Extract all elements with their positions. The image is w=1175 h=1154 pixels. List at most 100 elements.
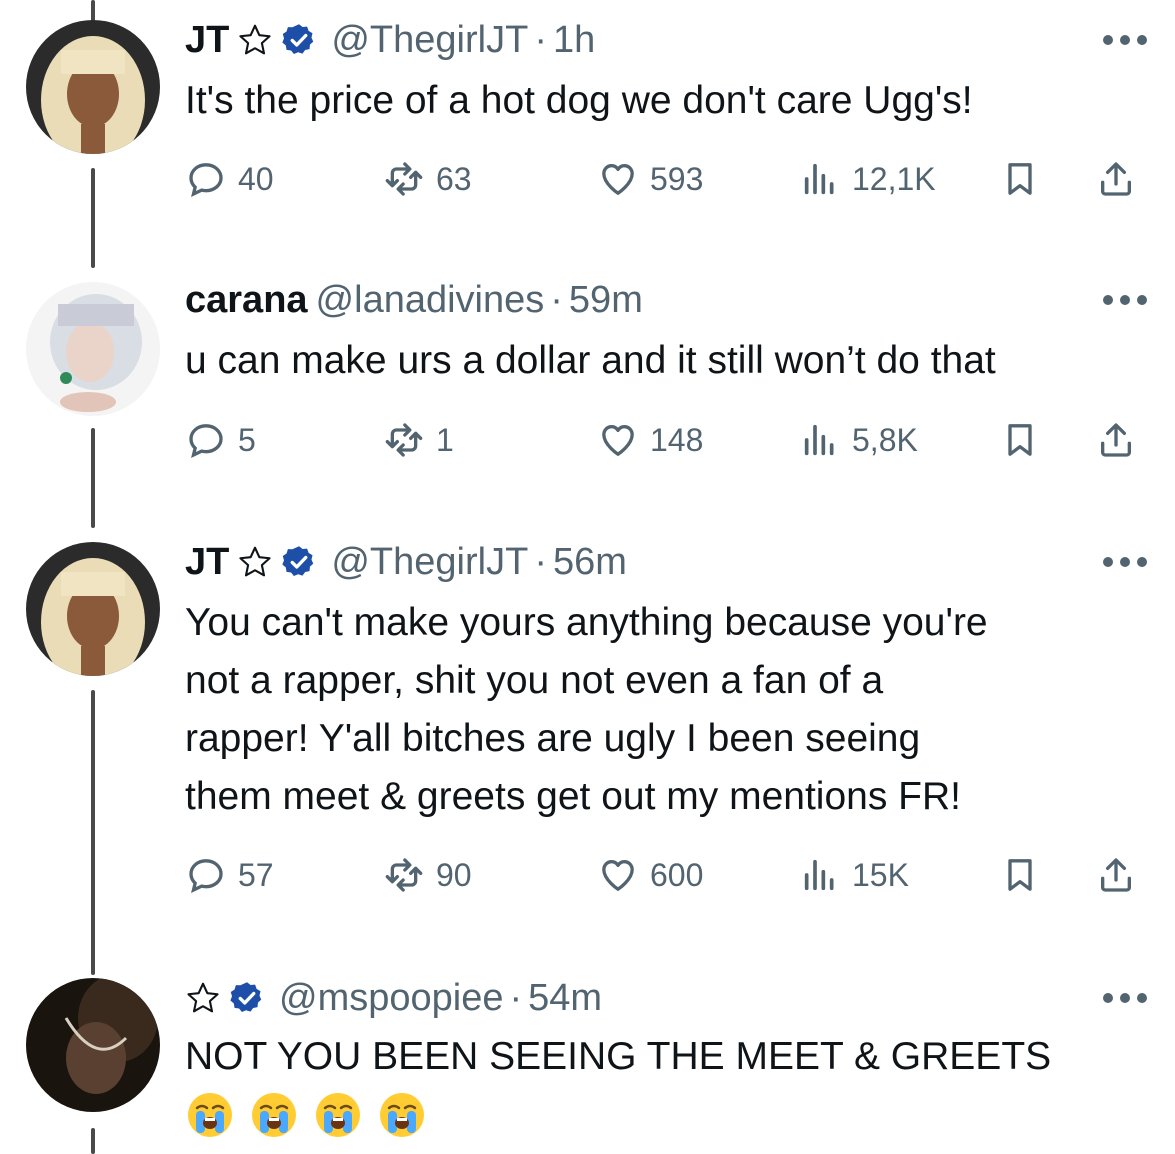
retweet-button[interactable]: 1 [384,415,454,465]
separator-dot: · [509,976,523,1019]
separator-dot: · [550,278,563,321]
verified-badge-icon [281,22,317,58]
tweet-text-line: them meet & greets get out my mentions F… [185,775,961,818]
loudly-crying-face-icon [316,1093,360,1137]
retweet-count: 90 [436,856,472,893]
more-options-icon[interactable] [1103,293,1147,307]
view-count: 5,8K [852,421,918,458]
tweet-text-line: rapper! Y'all bitches are ugly I been se… [185,717,921,760]
username-handle[interactable]: @lanadivines [316,279,545,322]
reply-icon [189,424,223,458]
tweet-text-line: not a rapper, shit you not even a fan of… [185,659,884,702]
username-handle[interactable]: @mspoopiee [279,977,503,1020]
timestamp[interactable]: 1h [553,19,595,62]
tweet-header: carana @lanadivines · 59m [185,270,643,330]
separator-dot: · [534,540,547,583]
avatar[interactable] [26,978,160,1112]
tweet-header: JT @ThegirlJT · 1h [185,10,595,70]
timestamp[interactable]: 56m [553,541,627,584]
display-name[interactable]: carana [185,279,308,322]
views-chart-icon [804,859,834,891]
tweet-text: u can make urs a dollar and it still won… [185,339,996,382]
star-icon [237,544,273,580]
loudly-crying-face-icon [252,1093,296,1137]
share-icon [1101,858,1131,892]
username-handle[interactable]: @ThegirlJT [331,541,528,584]
more-options-icon[interactable] [1103,991,1147,1005]
avatar[interactable] [26,20,160,154]
reply-count: 57 [238,856,274,893]
tweet-actions: 40 63 593 12,1K [186,154,1146,204]
retweet-count: 63 [436,160,472,197]
bookmark-button[interactable] [1000,415,1052,465]
tweet[interactable]: carana @lanadivines · 59m u can make urs… [0,260,1175,528]
tweet-actions: 5 1 148 5,8K [186,415,1146,465]
timestamp[interactable]: 59m [569,279,643,322]
retweet-button[interactable]: 90 [384,850,472,900]
verified-badge-icon [281,544,317,580]
display-name[interactable]: JT [185,541,229,584]
view-count: 15K [852,856,909,893]
tweet-text: NOT YOU BEEN SEEING THE MEET & GREETS [185,1028,1145,1140]
views-chart-icon [804,163,834,195]
like-button[interactable]: 600 [598,850,703,900]
loudly-crying-face-icon [380,1093,424,1137]
retweet-icon [385,162,423,196]
reply-button[interactable]: 40 [186,154,274,204]
more-options-icon[interactable] [1103,555,1147,569]
tweet-header: JT @ThegirlJT · 56m [185,532,627,592]
bookmark-button[interactable] [1000,154,1052,204]
like-count: 593 [650,160,704,197]
reply-button[interactable]: 57 [186,850,274,900]
username-handle[interactable]: @ThegirlJT [331,19,528,62]
tweet-text-line: NOT YOU BEEN SEEING THE MEET & GREETS [185,1035,1052,1078]
retweet-icon [385,858,423,892]
separator-dot: · [534,18,547,61]
avatar[interactable] [26,542,160,676]
tweet[interactable]: JT @ThegirlJT · 1h It's the price of a h… [0,0,1175,260]
tweet-actions: 57 90 600 15K [186,850,1146,900]
bookmark-icon [1008,424,1032,456]
views-button[interactable]: 15K [800,850,909,900]
more-options-icon[interactable] [1103,33,1147,47]
tweet-text-line: You can't make yours anything because yo… [185,601,988,644]
share-button[interactable] [1096,154,1148,204]
like-button[interactable]: 148 [598,415,703,465]
retweet-count: 1 [436,421,454,458]
views-chart-icon [804,424,834,456]
views-button[interactable]: 5,8K [800,415,918,465]
display-name[interactable]: JT [185,19,229,62]
views-button[interactable]: 12,1K [800,154,936,204]
bookmark-button[interactable] [1000,850,1052,900]
tweet-text: It's the price of a hot dog we don't car… [185,79,973,122]
loudly-crying-face-icon [188,1093,232,1137]
tweet[interactable]: @mspoopiee · 54m NOT YOU BEEN SEEING THE… [0,968,1175,1154]
star-icon [185,980,221,1016]
star-icon [237,22,273,58]
heart-icon [602,164,634,195]
reply-icon [189,859,223,893]
heart-icon [602,860,634,891]
share-icon [1101,162,1131,196]
view-count: 12,1K [852,160,936,197]
bookmark-icon [1008,163,1032,195]
reply-count: 40 [238,160,274,197]
tweet-header: @mspoopiee · 54m [185,968,602,1028]
tweet-text: You can't make yours anything because yo… [185,594,1145,826]
emoji-row [185,1090,1145,1140]
retweet-icon [385,423,423,457]
like-button[interactable]: 593 [598,154,703,204]
reply-button[interactable]: 5 [186,415,256,465]
avatar[interactable] [26,282,160,416]
heart-icon [602,425,634,456]
tweet[interactable]: JT @ThegirlJT · 56m You can't make yours… [0,528,1175,968]
retweet-button[interactable]: 63 [384,154,472,204]
bookmark-icon [1008,859,1032,891]
timestamp[interactable]: 54m [528,977,602,1020]
share-button[interactable] [1096,415,1148,465]
share-icon [1101,423,1131,457]
share-button[interactable] [1096,850,1148,900]
like-count: 148 [650,421,704,458]
like-count: 600 [650,856,704,893]
verified-badge-icon [229,980,265,1016]
